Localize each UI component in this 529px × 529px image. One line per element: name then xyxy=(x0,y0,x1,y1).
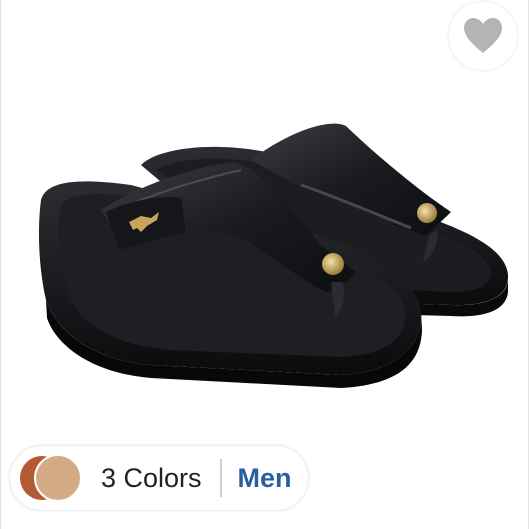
color-swatches[interactable] xyxy=(20,453,92,503)
gender-link[interactable]: Men xyxy=(238,463,292,494)
product-image[interactable] xyxy=(1,0,528,440)
wishlist-button[interactable] xyxy=(449,2,517,70)
product-info-pill[interactable]: 3 Colors Men xyxy=(10,446,308,510)
colors-count-label[interactable]: 3 Colors xyxy=(101,463,202,494)
divider xyxy=(219,459,222,497)
product-card[interactable]: 3 Colors Men xyxy=(0,0,529,529)
heart-icon xyxy=(464,18,502,53)
color-swatch-2[interactable] xyxy=(34,454,82,502)
